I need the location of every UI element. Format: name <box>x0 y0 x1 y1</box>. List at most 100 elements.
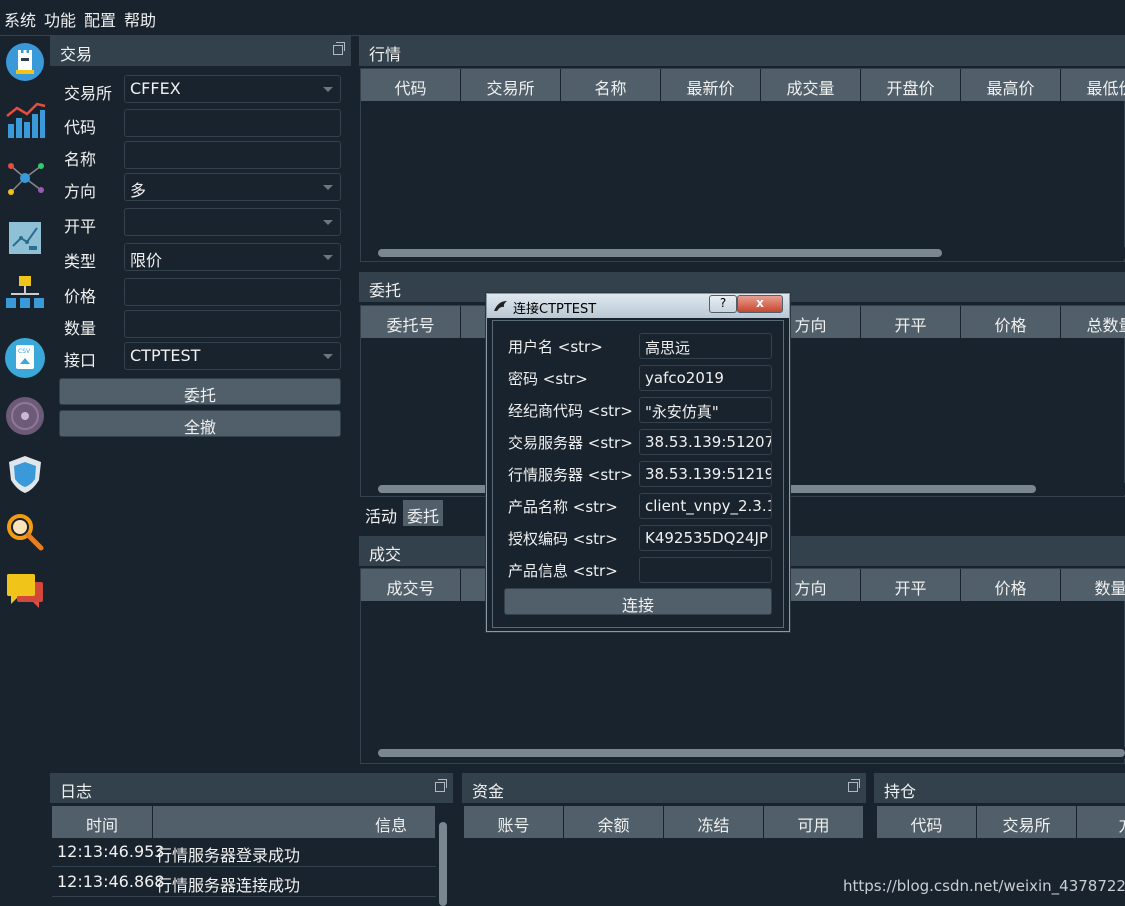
menu-system[interactable]: 系统 <box>4 7 36 31</box>
trade-field-label: 价格 <box>64 287 97 306</box>
hierarchy-icon[interactable] <box>3 272 47 316</box>
position-table-header: 代码交易所方 <box>877 806 1125 838</box>
trade-combo[interactable]: 多 <box>124 173 341 201</box>
trade-input[interactable] <box>124 310 341 338</box>
trade-combo[interactable]: 限价 <box>124 243 341 271</box>
trade-combo[interactable]: CFFEX <box>124 75 341 103</box>
log-time: 12:13:46.868 <box>57 872 165 891</box>
log-table-header: 时间 信息 <box>52 806 436 838</box>
market-panel-title: 行情 <box>359 36 1125 66</box>
market-table-header: 代码交易所名称最新价成交量开盘价最高价最低价 <box>361 69 1125 101</box>
cancel-all-button[interactable]: 全撤 <box>59 410 341 437</box>
tab-all-orders[interactable]: 委托 <box>403 500 443 526</box>
column-header[interactable]: 委托号 <box>361 306 461 338</box>
log-col-msg[interactable]: 信息 <box>153 806 436 838</box>
trade-field-label: 开平 <box>64 217 97 236</box>
trade-field-label: 名称 <box>64 150 97 169</box>
column-header[interactable]: 数量 <box>1061 569 1125 601</box>
trade-field-label: 数量 <box>64 319 97 338</box>
menubar: 系统 功能 配置 帮助 <box>0 0 1125 36</box>
tab-active-orders[interactable]: 活动 <box>361 500 401 526</box>
dialog-field-label: 交易服务器 <str> <box>508 434 633 452</box>
menu-function[interactable]: 功能 <box>44 7 76 31</box>
chart-icon[interactable] <box>3 98 47 142</box>
csv-icon[interactable]: CSV <box>3 336 47 380</box>
dialog-field-input[interactable]: client_vnpy_2.3.1 <box>639 493 772 519</box>
float-icon[interactable] <box>848 779 860 792</box>
column-header[interactable]: 开平 <box>861 569 961 601</box>
dialog-field-input[interactable]: K492535DQ24JP <box>639 525 772 551</box>
left-toolbar: CSV <box>0 36 50 906</box>
log-title-text: 日志 <box>60 782 93 801</box>
trade-title-text: 交易 <box>60 45 93 64</box>
column-header[interactable]: 账号 <box>464 806 564 838</box>
dialog-field-label: 经纪商代码 <str> <box>508 402 633 420</box>
log-msg: 行情服务器连接成功 <box>156 876 301 895</box>
dialog-field-label: 密码 <str> <box>508 370 588 388</box>
menu-config[interactable]: 配置 <box>84 7 116 31</box>
column-header[interactable]: 开盘价 <box>861 69 961 101</box>
dialog-titlebar[interactable]: 连接CTPTEST ? x <box>487 294 789 318</box>
dialog-field-input[interactable] <box>639 557 772 583</box>
dialog-field-input[interactable]: 38.53.139:51219 <box>639 461 772 487</box>
column-header[interactable]: 交易所 <box>977 806 1077 838</box>
column-header[interactable]: 价格 <box>961 569 1061 601</box>
market-title-text: 行情 <box>369 45 402 64</box>
trade-combo[interactable]: CTPTEST <box>124 342 341 370</box>
market-hscroll[interactable] <box>369 247 1125 259</box>
column-header[interactable]: 开平 <box>861 306 961 338</box>
column-header[interactable]: 最低价 <box>1061 69 1125 101</box>
close-button[interactable]: x <box>737 295 783 313</box>
watermark: https://blog.csdn.net/weixin_43787229 <box>843 877 1125 895</box>
network-icon[interactable] <box>3 156 47 200</box>
help-button[interactable]: ? <box>709 295 737 313</box>
trade-input[interactable] <box>124 109 341 137</box>
menu-help[interactable]: 帮助 <box>124 7 156 31</box>
float-icon[interactable] <box>435 779 447 792</box>
connect-button[interactable]: 连接 <box>504 588 772 615</box>
circuit-icon[interactable] <box>3 216 47 260</box>
column-header[interactable]: 成交量 <box>761 69 861 101</box>
column-header[interactable]: 方 <box>1077 806 1125 838</box>
chat-icon[interactable] <box>3 568 47 612</box>
position-panel-title: 持仓 <box>874 773 1125 803</box>
shield-icon[interactable] <box>3 452 47 496</box>
log-row: 12:13:46.953 行情服务器登录成功 <box>52 837 436 867</box>
dialog-field-input[interactable]: 高思远 <box>639 333 772 359</box>
send-order-button[interactable]: 委托 <box>59 378 341 405</box>
column-header[interactable]: 价格 <box>961 306 1061 338</box>
chess-icon[interactable] <box>3 40 47 84</box>
account-table-header: 账号 余额 冻结 可用 <box>464 806 864 838</box>
log-col-time[interactable]: 时间 <box>52 806 153 838</box>
column-header[interactable]: 总数量 <box>1061 306 1125 338</box>
trade-input[interactable] <box>124 278 341 306</box>
column-header[interactable]: 名称 <box>561 69 661 101</box>
column-header[interactable]: 交易所 <box>461 69 561 101</box>
search-icon[interactable] <box>3 510 47 554</box>
dialog-field-input[interactable]: 38.53.139:51207 <box>639 429 772 455</box>
trade-field-label: 交易所 <box>64 84 113 103</box>
column-header[interactable]: 可用 <box>764 806 864 838</box>
app-logo-icon <box>493 299 509 317</box>
column-header[interactable]: 最新价 <box>661 69 761 101</box>
column-header[interactable]: 余额 <box>564 806 664 838</box>
trades-hscroll[interactable] <box>369 747 1125 759</box>
column-header[interactable]: 代码 <box>877 806 977 838</box>
column-header[interactable]: 最高价 <box>961 69 1061 101</box>
dialog-title: 连接CTPTEST <box>513 302 597 317</box>
dialog-field-input[interactable]: "永安仿真" <box>639 397 772 423</box>
trade-panel-title: 交易 <box>50 36 351 66</box>
disc-icon[interactable] <box>3 394 47 438</box>
column-header[interactable]: 冻结 <box>664 806 764 838</box>
log-vscroll[interactable] <box>436 806 450 906</box>
dialog-field-label: 用户名 <str> <box>508 338 603 356</box>
log-msg: 行情服务器登录成功 <box>156 846 301 865</box>
dialog-field-input[interactable]: yafco2019 <box>639 365 772 391</box>
trade-combo[interactable] <box>124 208 341 236</box>
column-header[interactable]: 成交号 <box>361 569 461 601</box>
splitter[interactable] <box>351 36 359 766</box>
dialog-field-label: 产品名称 <str> <box>508 498 618 516</box>
trade-input[interactable] <box>124 141 341 169</box>
column-header[interactable]: 代码 <box>361 69 461 101</box>
float-icon[interactable] <box>333 42 345 55</box>
